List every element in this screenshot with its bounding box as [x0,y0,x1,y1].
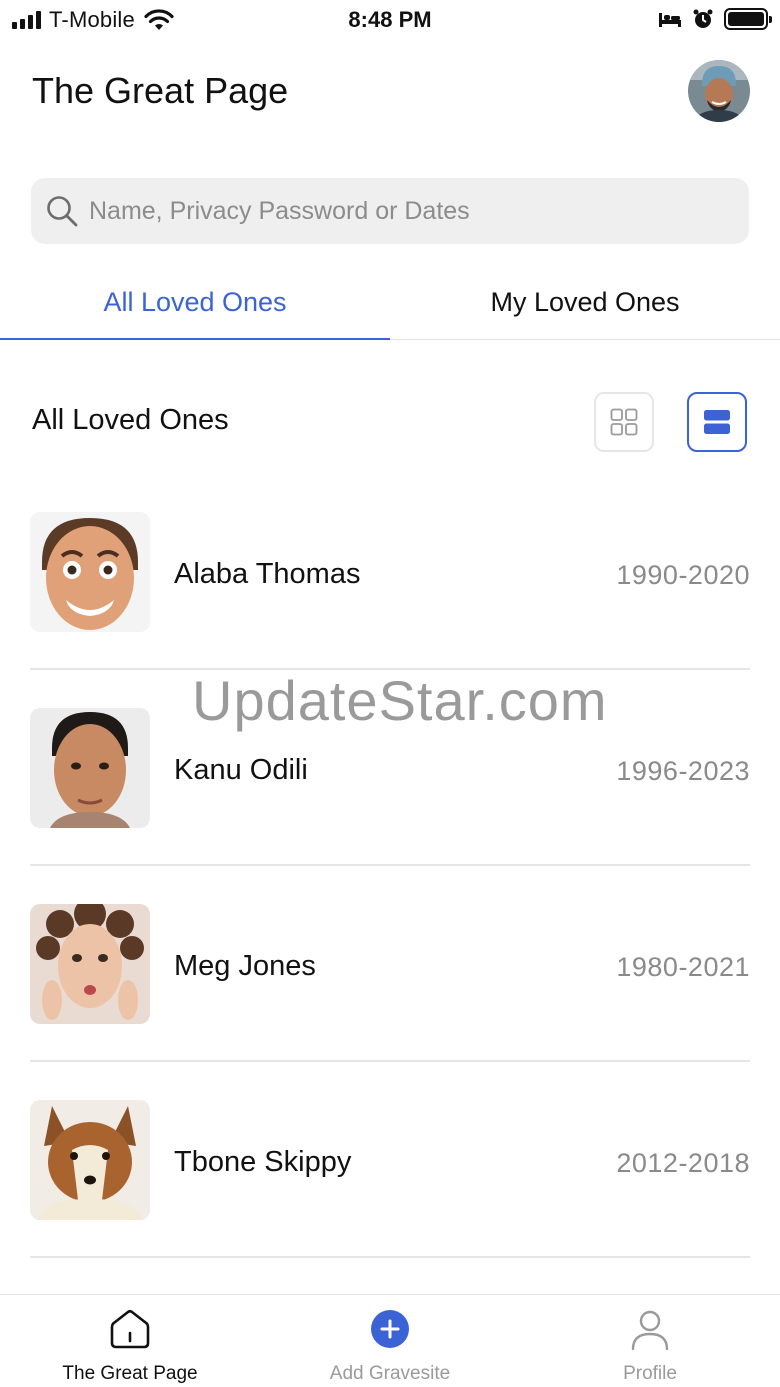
search-input[interactable] [89,196,729,226]
loved-one-dates: 1996-2023 [616,756,750,786]
loved-one-name: Tbone Skippy [174,1146,352,1178]
portrait-thumbnail [30,512,150,632]
portrait-thumbnail [30,1100,150,1220]
bottom-nav: The Great Page Add Gravesite Profile [0,1294,780,1387]
grid-view-button[interactable] [594,392,654,452]
battery-icon [724,8,772,30]
search-bar[interactable] [31,178,749,244]
search-icon [47,196,78,227]
status-bar-right [658,8,772,30]
list-item[interactable]: Tbone Skippy 2012-2018 [30,1062,750,1258]
loved-one-name: Alaba Thomas [174,558,361,590]
grid-view-icon [610,408,638,436]
nav-label: The Great Page [62,1363,198,1384]
nav-label: Add Gravesite [329,1363,451,1384]
nav-item-add-gravesite[interactable]: Add Gravesite [260,1295,520,1387]
status-bar: T-Mobile 8:48 PM [0,0,780,40]
nav-item-the-great-page[interactable]: The Great Page [0,1295,260,1387]
alarm-icon [693,9,713,28]
watermark: UpdateStar.com [192,669,608,732]
loved-one-dates: 1990-2020 [616,560,750,590]
user-avatar[interactable] [688,60,750,122]
loved-one-name: Kanu Odili [174,754,308,786]
portrait-thumbnail [30,904,150,1024]
loved-one-name: Meg Jones [174,950,316,982]
nav-label: Profile [623,1363,677,1384]
tab-my-loved-ones[interactable]: My Loved Ones [390,262,780,340]
list-item[interactable]: Meg Jones 1980-2021 [30,866,750,1062]
add-icon [368,1307,412,1351]
loved-one-dates: 2012-2018 [616,1148,750,1178]
home-icon [108,1307,152,1351]
tab-bar: All Loved Ones My Loved Ones [0,262,780,340]
list-view-button[interactable] [687,392,747,452]
list-item[interactable]: Alaba Thomas 1990-2020 [30,474,750,670]
list-view-icon [704,410,730,434]
page-title: The Great Page [32,70,289,111]
profile-icon [628,1307,672,1351]
bed-icon [659,13,681,27]
tab-all-loved-ones[interactable]: All Loved Ones [0,262,390,340]
portrait-thumbnail [30,708,150,828]
section-title: All Loved Ones [32,404,229,436]
nav-item-profile[interactable]: Profile [520,1295,780,1387]
loved-one-dates: 1980-2021 [616,952,750,982]
